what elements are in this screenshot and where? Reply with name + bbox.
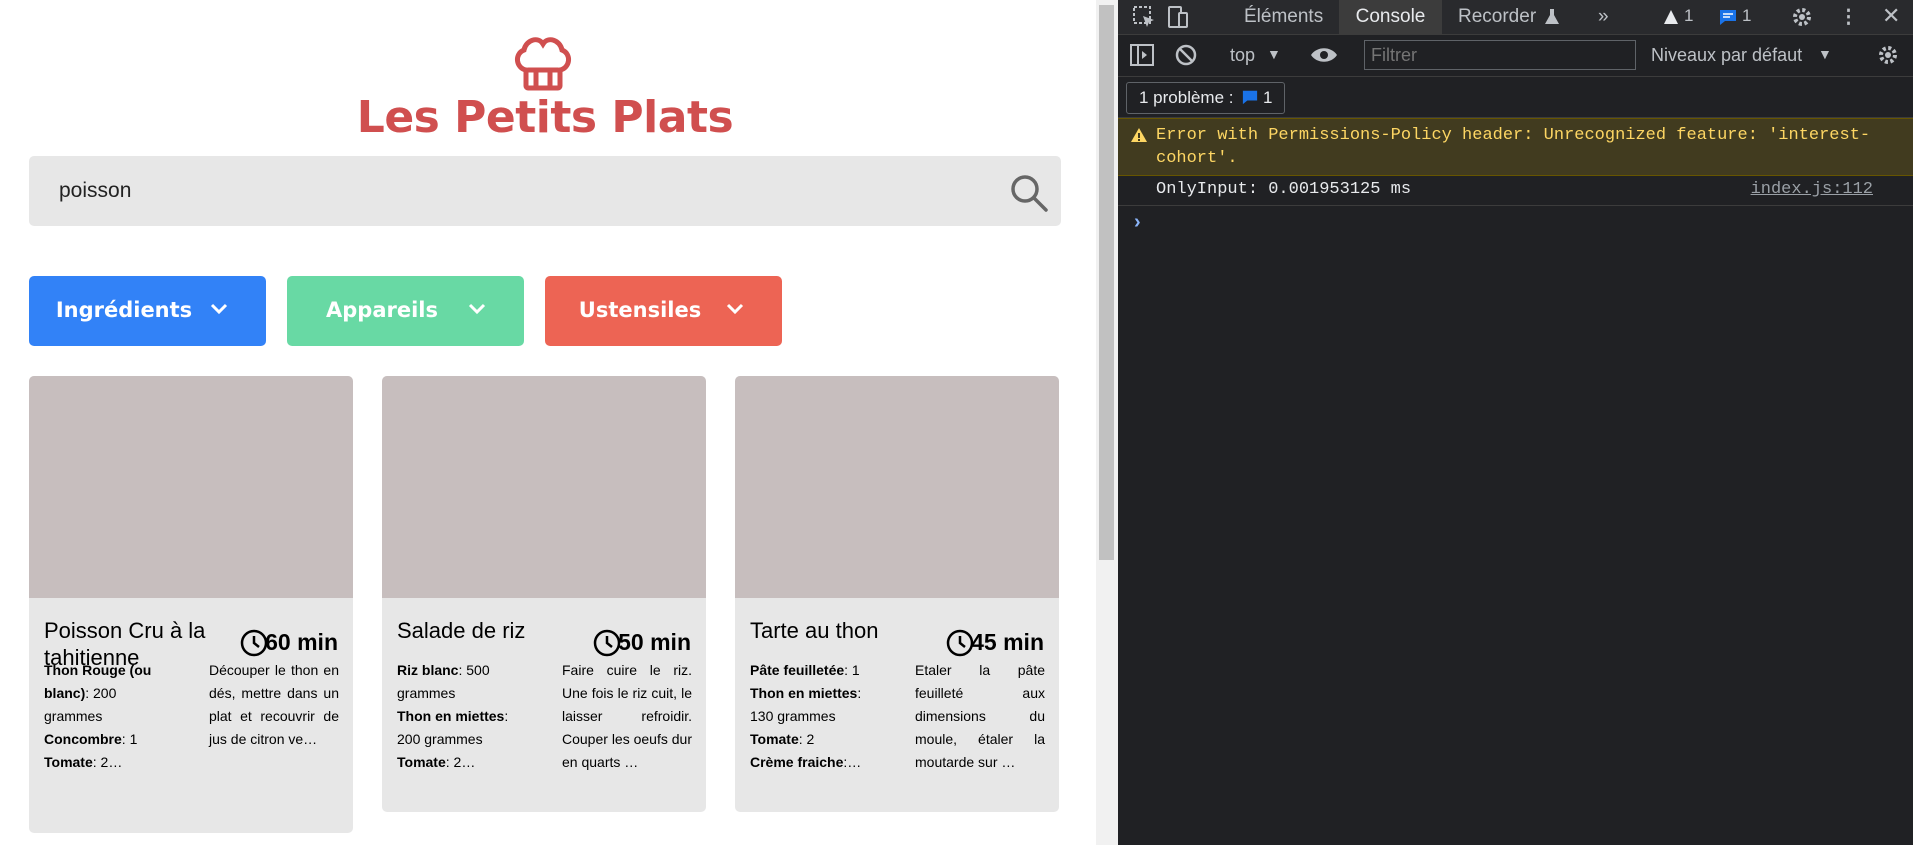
recipe-time: 45 min (971, 629, 1044, 655)
kebab-menu-icon[interactable]: ⋮ (1839, 6, 1858, 29)
page-title: Les Petits Plats (356, 92, 734, 143)
warning-count[interactable]: 1 (1684, 6, 1693, 26)
chevron-down-icon (468, 303, 486, 315)
recipe-description: Faire cuire le riz. Une fois le riz cuit… (562, 662, 692, 770)
issues-bar: 1 problème : 1 (1118, 77, 1913, 118)
clear-console-icon[interactable] (1175, 44, 1197, 66)
console-log-message[interactable]: OnlyInput: 0.001953125 ms index.js:112 (1118, 175, 1913, 206)
tab-elements[interactable]: Éléments (1244, 6, 1323, 28)
recipe-name: Salade de riz (397, 618, 526, 643)
chef-hat-icon (515, 37, 571, 91)
sidebar-toggle-icon[interactable] (1130, 44, 1154, 66)
message-count[interactable]: 1 (1742, 6, 1751, 26)
more-tabs-icon[interactable]: » (1598, 6, 1609, 28)
utensils-filter-button[interactable]: Ustensiles (545, 276, 782, 346)
gear-icon[interactable] (1790, 5, 1814, 29)
inspect-element-icon[interactable] (1132, 5, 1156, 29)
scrollbar-thumb[interactable] (1099, 5, 1114, 560)
recipe-photo (29, 376, 353, 598)
chevron-down-icon (726, 303, 744, 315)
message-icon[interactable] (1719, 8, 1737, 26)
recipe-ingredients: Thon Rouge (ou blanc): 200 grammes Concom… (44, 662, 152, 770)
issues-count: 1 (1262, 88, 1273, 107)
log-text: OnlyInput: 0.001953125 ms (1156, 180, 1412, 199)
eye-icon[interactable] (1310, 46, 1338, 64)
recipe-time: 50 min (618, 629, 691, 655)
context-selector[interactable]: top (1230, 45, 1255, 66)
warning-icon (1131, 128, 1147, 142)
recipe-description: Découper le thon en dés, mettre dans un … (209, 662, 339, 747)
console-filter-input[interactable] (1364, 40, 1636, 70)
utensils-filter-label: Ustensiles (578, 298, 702, 322)
flask-icon (1545, 9, 1559, 24)
log-source-link[interactable]: index.js:112 (1751, 180, 1873, 199)
chevron-down-icon: ▼ (1818, 46, 1832, 62)
issues-label: 1 problème : (1139, 88, 1234, 107)
console-settings-icon[interactable] (1876, 43, 1900, 67)
console-prompt-icon[interactable]: › (1134, 211, 1141, 234)
recipe-card[interactable]: Poisson Cru à la tahitienne 60 min Thon … (29, 376, 353, 833)
issues-button[interactable]: 1 problème : 1 (1126, 82, 1286, 114)
console-warning-message[interactable]: Error with Permissions-Policy header: Un… (1118, 118, 1913, 176)
message-icon (1243, 90, 1258, 105)
warning-icon[interactable] (1663, 9, 1679, 25)
chevron-down-icon (210, 303, 228, 315)
recipe-card[interactable]: Salade de riz 50 min Riz blanc: 500 gram… (382, 376, 706, 812)
recipe-name: Tarte au thon (750, 618, 879, 643)
search-input[interactable] (59, 156, 959, 226)
appliances-filter-button[interactable]: Appareils (287, 276, 524, 346)
recipe-time: 60 min (265, 629, 338, 655)
log-levels-dropdown[interactable]: Niveaux par défaut (1651, 45, 1802, 66)
device-toolbar-icon[interactable] (1166, 5, 1190, 29)
warning-text: Error with Permissions-Policy header: Un… (1156, 126, 1871, 168)
tab-console[interactable]: Console (1339, 0, 1442, 34)
recipe-card[interactable]: Tarte au thon 45 min Pâte feuilletée: 1T… (735, 376, 1059, 812)
recipe-ingredients: Riz blanc: 500 grammes Thon en miettes: 2… (397, 662, 509, 770)
ingredients-filter-button[interactable]: Ingrédients (29, 276, 266, 346)
web-page: Les Petits Plats Ingrédients Appareils U… (0, 0, 1096, 845)
chevron-down-icon: ▼ (1267, 46, 1281, 62)
ingredients-filter-label: Ingrédients (55, 298, 193, 322)
search-bar (29, 156, 1061, 226)
recipe-photo (735, 376, 1059, 598)
appliances-filter-label: Appareils (326, 298, 438, 322)
search-icon[interactable] (1009, 173, 1049, 213)
devtools-panel: Éléments Console Recorder » 1 1 ⋮ ✕ top … (1118, 0, 1913, 845)
tab-recorder[interactable]: Recorder (1458, 6, 1536, 28)
recipe-ingredients: Pâte feuilletée: 1 Thon en miettes: 130 g… (750, 662, 862, 770)
devtools-tab-bar: Éléments Console Recorder » 1 1 ⋮ ✕ (1118, 0, 1913, 35)
recipe-photo (382, 376, 706, 598)
recipe-description: Etaler la pâte feuilleté aux dimensions … (915, 662, 1045, 770)
close-icon[interactable]: ✕ (1882, 3, 1900, 29)
console-toolbar: top ▼ Niveaux par défaut ▼ (1118, 35, 1913, 77)
